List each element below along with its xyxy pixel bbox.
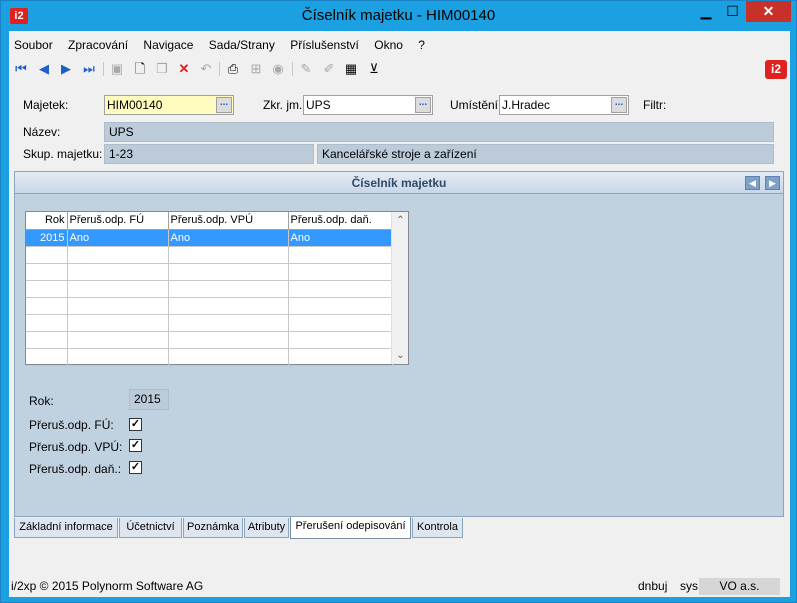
umisteni-label: Umístění: bbox=[450, 98, 502, 112]
table-row-empty bbox=[26, 280, 393, 298]
cell-dan[interactable]: Ano bbox=[288, 229, 393, 247]
table-row-empty bbox=[26, 314, 393, 332]
cell-vpu[interactable]: Ano bbox=[168, 229, 289, 247]
data-grid[interactable]: Rok Přeruš.odp. FÚ Přeruš.odp. VPÚ Přeru… bbox=[25, 211, 409, 366]
new-record-icon[interactable]: 🗋 bbox=[132, 61, 148, 77]
dan-checkbox[interactable]: ✓ bbox=[129, 461, 142, 474]
panel-prev-arrow-icon[interactable]: ◀ bbox=[745, 176, 760, 190]
cell-rok[interactable]: 2015 bbox=[26, 229, 68, 247]
vpu-label: Přeruš.odp. VPÚ: bbox=[29, 440, 123, 454]
company-logo: i2 bbox=[765, 60, 787, 79]
status-company: VO a.s. bbox=[699, 578, 780, 595]
status-db: sys bbox=[680, 579, 698, 593]
tab-ucetnictvi[interactable]: Účetnictví bbox=[119, 518, 182, 538]
zkr-value: UPS bbox=[306, 98, 331, 112]
tab-atributy[interactable]: Atributy bbox=[244, 518, 289, 538]
toolbar: ⏮ ◀ ▶ ⏭ ▣ 🗋 ❐ ✕ ↶ ⎙ ⊞ ◉ ✎ ✐ ▦ ⊻ i2 bbox=[9, 57, 790, 81]
table-row-empty bbox=[26, 246, 393, 264]
delete-icon[interactable]: ✕ bbox=[176, 61, 192, 77]
tab-zakladni-informace[interactable]: Základní informace bbox=[14, 518, 118, 538]
close-button[interactable]: ✕ bbox=[746, 1, 791, 22]
edit-icon[interactable]: ✎ bbox=[298, 61, 314, 77]
skup-code: 1-23 bbox=[104, 144, 314, 164]
umisteni-value: J.Hradec bbox=[502, 98, 551, 112]
table-row[interactable]: 2015 Ano Ano Ano bbox=[26, 229, 393, 247]
grid-table: Rok Přeruš.odp. FÚ Přeruš.odp. VPÚ Přeru… bbox=[26, 212, 393, 366]
skup-name: Kancelářské stroje a zařízení bbox=[317, 144, 774, 164]
majetek-lookup-button[interactable]: ... bbox=[216, 97, 232, 113]
tab-preruseni-odepisovani[interactable]: Přerušení odepisování bbox=[290, 517, 411, 539]
grid-scrollbar[interactable]: ⌃ ⌄ bbox=[391, 212, 408, 364]
minimize-button[interactable]: ▁ bbox=[693, 1, 719, 22]
vpu-checkbox[interactable]: ✓ bbox=[129, 439, 142, 452]
nazev-value: UPS bbox=[104, 122, 774, 142]
first-record-icon[interactable]: ⏮ bbox=[13, 61, 29, 77]
column-header-fu[interactable]: Přeruš.odp. FÚ bbox=[67, 212, 169, 230]
undo-icon[interactable]: ↶ bbox=[198, 61, 214, 77]
umisteni-lookup-button[interactable]: ... bbox=[611, 97, 627, 113]
toolbar-separator bbox=[103, 62, 104, 76]
column-header-vpu[interactable]: Přeruš.odp. VPÚ bbox=[168, 212, 289, 230]
previous-record-icon[interactable]: ◀ bbox=[36, 61, 52, 77]
table-row-empty bbox=[26, 297, 393, 315]
majetek-value: HIM00140 bbox=[107, 98, 163, 112]
window-title: Číselník majetku - HIM00140 bbox=[301, 7, 496, 24]
maximize-button[interactable]: ☐ bbox=[719, 1, 746, 22]
last-record-icon[interactable]: ⏭ bbox=[81, 61, 97, 77]
majetek-field[interactable]: HIM00140 ... bbox=[104, 95, 234, 115]
cislenik-panel: Číselník majetku ◀ ▶ Rok Přeruš.odp. FÚ … bbox=[14, 171, 784, 517]
filter-icon[interactable]: ⊻ bbox=[366, 61, 382, 77]
filtr-label: Filtr: bbox=[643, 98, 667, 112]
zkr-lookup-button[interactable]: ... bbox=[415, 97, 431, 113]
rok-label: Rok: bbox=[29, 394, 54, 408]
menu-prislusenstvi[interactable]: Příslušenství bbox=[285, 35, 364, 55]
fu-label: Přeruš.odp. FÚ: bbox=[29, 418, 114, 432]
title-bar[interactable]: i2 Číselník majetku - HIM00140 ▁ ☐ ✕ bbox=[1, 1, 796, 31]
panel-next-arrow-icon[interactable]: ▶ bbox=[765, 176, 780, 190]
client-area: Soubor Zpracování Navigace Sada/Strany P… bbox=[9, 31, 790, 597]
menu-bar: Soubor Zpracování Navigace Sada/Strany P… bbox=[9, 35, 432, 55]
column-header-dan[interactable]: Přeruš.odp. daň. bbox=[288, 212, 393, 230]
save-icon[interactable]: ▣ bbox=[109, 61, 125, 77]
menu-navigace[interactable]: Navigace bbox=[138, 35, 198, 55]
menu-help[interactable]: ? bbox=[413, 35, 430, 55]
cell-fu[interactable]: Ano bbox=[67, 229, 169, 247]
status-user: dnbuj bbox=[638, 579, 668, 593]
dan-label: Přeruš.odp. daň.: bbox=[29, 462, 122, 476]
panel-title: Číselník majetku bbox=[15, 172, 783, 194]
tab-kontrola[interactable]: Kontrola bbox=[412, 518, 463, 538]
table-lookup-icon[interactable]: ▦ bbox=[343, 61, 359, 77]
table-row-empty bbox=[26, 348, 393, 366]
next-record-icon[interactable]: ▶ bbox=[58, 61, 74, 77]
zkr-label: Zkr. jm.: bbox=[263, 98, 306, 112]
print-icon[interactable]: ⎙ bbox=[225, 61, 241, 77]
skup-label: Skup. majetku: bbox=[23, 147, 103, 161]
menu-okno[interactable]: Okno bbox=[369, 35, 408, 55]
nazev-label: Název: bbox=[23, 125, 61, 139]
main-window: i2 Číselník majetku - HIM00140 ▁ ☐ ✕ Sou… bbox=[0, 0, 797, 603]
majetek-label: Majetek: bbox=[23, 98, 69, 112]
scroll-down-icon[interactable]: ⌄ bbox=[392, 347, 409, 364]
tree-icon[interactable]: ⊞ bbox=[248, 61, 264, 77]
fu-checkbox[interactable]: ✓ bbox=[129, 418, 142, 431]
clear-icon[interactable]: ✐ bbox=[321, 61, 337, 77]
umisteni-field[interactable]: J.Hradec ... bbox=[499, 95, 629, 115]
zkr-field[interactable]: UPS ... bbox=[303, 95, 433, 115]
rok-value: 2015 bbox=[129, 389, 169, 410]
menu-sada-strany[interactable]: Sada/Strany bbox=[204, 35, 280, 55]
menu-zpracovani[interactable]: Zpracování bbox=[63, 35, 133, 55]
status-bar: i/2xp © 2015 Polynorm Software AG dnbuj … bbox=[9, 576, 790, 597]
scroll-up-icon[interactable]: ⌃ bbox=[392, 212, 409, 229]
copy-icon[interactable]: ❐ bbox=[154, 61, 170, 77]
column-header-rok[interactable]: Rok bbox=[26, 212, 68, 230]
toolbar-separator bbox=[219, 62, 220, 76]
toolbar-separator bbox=[292, 62, 293, 76]
menu-soubor[interactable]: Soubor bbox=[9, 35, 58, 55]
table-row-empty bbox=[26, 331, 393, 349]
grid-header-row: Rok Přeruš.odp. FÚ Přeruš.odp. VPÚ Přeru… bbox=[26, 212, 393, 230]
tab-poznamka[interactable]: Poznámka bbox=[183, 518, 243, 538]
table-row-empty bbox=[26, 263, 393, 281]
status-copyright: i/2xp © 2015 Polynorm Software AG bbox=[11, 579, 204, 593]
lock-icon[interactable]: ◉ bbox=[270, 61, 286, 77]
